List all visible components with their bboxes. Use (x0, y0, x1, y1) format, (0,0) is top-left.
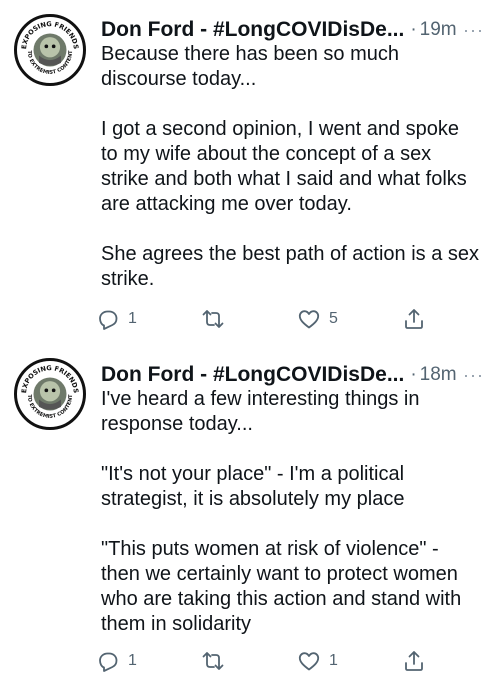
timestamp[interactable]: 18m (420, 364, 457, 386)
retweet-button[interactable] (201, 307, 233, 331)
like-count: 1 (329, 652, 338, 669)
tweet-paragraph: "This puts women at risk of violence" - … (101, 538, 462, 635)
reply-icon (99, 310, 118, 330)
separator: · (410, 364, 417, 385)
share-button[interactable] (402, 307, 426, 331)
share-button[interactable] (402, 649, 426, 673)
reply-icon (99, 652, 118, 672)
timestamp[interactable]: 19m (420, 19, 457, 41)
reply-count: 1 (128, 652, 137, 669)
tweet-text: I've heard a few interesting things in r… (101, 387, 484, 637)
reply-count: 1 (128, 310, 137, 327)
display-name[interactable]: Don Ford - #LongCOVIDisDe... (101, 18, 404, 42)
like-icon (298, 652, 320, 671)
tweet-actions: 1 5 (96, 306, 426, 332)
more-options-icon[interactable]: ··· (463, 20, 484, 41)
tweet-paragraph: Because there has been so much discourse… (101, 43, 399, 90)
more-options-icon[interactable]: ··· (463, 365, 484, 386)
avatar[interactable]: EXPOSING FRIENDS TO EXTREMIST CONTENT (14, 14, 86, 86)
tweet-text: Because there has been so much discourse… (101, 42, 484, 292)
separator: · (410, 19, 417, 40)
tweet-paragraph: "It's not your place" - I'm a political … (101, 463, 405, 510)
retweet-button[interactable] (201, 649, 233, 673)
like-button[interactable]: 1 (297, 649, 338, 673)
avatar-logo-icon: EXPOSING FRIENDS TO EXTREMIST CONTENT (18, 362, 82, 426)
share-icon (405, 309, 423, 329)
tweet[interactable]: EXPOSING FRIENDS TO EXTREMIST CONTENT Do… (0, 345, 496, 680)
reply-button[interactable]: 1 (96, 649, 137, 673)
tweet-actions: 1 1 (96, 648, 426, 674)
tweet-paragraph: She agrees the best path of action is a … (101, 243, 480, 290)
like-count: 5 (329, 310, 338, 327)
share-icon (405, 651, 423, 671)
avatar-logo-icon: EXPOSING FRIENDS TO EXTREMIST CONTENT (18, 18, 82, 82)
avatar[interactable]: EXPOSING FRIENDS TO EXTREMIST CONTENT (14, 358, 86, 430)
tweet[interactable]: EXPOSING FRIENDS TO EXTREMIST CONTENT Do… (0, 0, 496, 345)
tweet-paragraph: I've heard a few interesting things in r… (101, 388, 420, 435)
reply-button[interactable]: 1 (96, 307, 137, 331)
like-icon (298, 310, 320, 329)
like-button[interactable]: 5 (297, 307, 338, 331)
retweet-icon (202, 652, 224, 670)
display-name[interactable]: Don Ford - #LongCOVIDisDe... (101, 363, 404, 387)
retweet-icon (202, 310, 224, 328)
tweet-paragraph: I got a second opinion, I went and spoke… (101, 118, 467, 215)
